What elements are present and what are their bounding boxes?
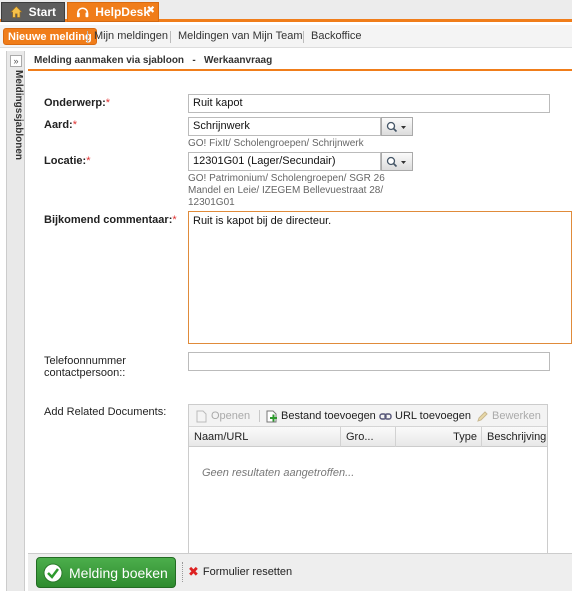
locatie-label-text: Locatie: <box>44 155 87 167</box>
column-header-name[interactable]: Naam/URL <box>189 427 341 447</box>
grid-toolbar: Openen Bestand toevoegen URL toevoegen B… <box>189 405 547 427</box>
add-file-button[interactable]: Bestand toevoegen <box>265 408 376 424</box>
locatie-helper-line: 12301G01 <box>188 197 235 208</box>
pencil-icon <box>477 410 488 422</box>
subnav-backoffice[interactable]: Backoffice <box>311 28 362 45</box>
tab-start-label: Start <box>28 5 56 19</box>
required-marker: * <box>105 97 111 109</box>
onderwerp-label: Onderwerp:* <box>44 97 110 109</box>
magnifier-icon <box>386 121 406 132</box>
required-marker: * <box>72 119 78 131</box>
magnifier-icon <box>386 156 406 167</box>
subnav-divider <box>303 31 304 43</box>
open-button-label: Openen <box>211 410 251 422</box>
aard-helper: GO! FixIt/ Scholengroepen/ Schrijnwerk <box>188 138 364 149</box>
checkmark-icon <box>43 563 63 582</box>
onderwerp-input[interactable]: Ruit kapot <box>188 94 550 113</box>
add-url-button-label: URL toevoegen <box>395 410 472 422</box>
commentaar-label-text: Bijkomend commentaar: <box>44 214 173 226</box>
grid-empty-message: Geen resultaten aangetroffen... <box>202 467 355 479</box>
subnav-nieuwe-melding[interactable]: Nieuwe melding <box>3 28 97 45</box>
subnav-mijn-meldingen[interactable]: Mijn meldingen <box>94 28 168 45</box>
aard-label: Aard:* <box>44 119 77 131</box>
add-url-button[interactable]: URL toevoegen <box>379 408 471 424</box>
locatie-input[interactable]: 12301G01 (Lager/Secundair) <box>188 152 381 171</box>
aard-label-text: Aard: <box>44 119 73 131</box>
telefoon-label-line: contactpersoon:: <box>44 367 126 379</box>
column-header-type[interactable]: Type <box>396 427 482 447</box>
subnav-divider <box>87 31 88 43</box>
documents-grid: Openen Bestand toevoegen URL toevoegen B… <box>188 404 548 554</box>
close-icon: ✖ <box>188 564 199 579</box>
toolbar-divider <box>259 410 260 422</box>
edit-button[interactable]: Bewerken <box>476 408 541 424</box>
app-tabbar: Start HelpDesk ✖ <box>0 0 572 22</box>
submit-melding-button[interactable]: Melding boeken <box>36 557 176 588</box>
close-icon[interactable]: ✖ <box>147 5 155 16</box>
required-marker: * <box>172 214 177 226</box>
add-file-button-label: Bestand toevoegen <box>281 410 376 422</box>
commentaar-label: Bijkomend commentaar:* <box>44 214 177 226</box>
panel-title: Melding aanmaken via sjabloon - Werkaanv… <box>28 51 572 71</box>
locatie-label: Locatie:* <box>44 155 90 167</box>
documents-label: Add Related Documents: <box>44 406 167 418</box>
reset-form-label: Formulier resetten <box>202 566 293 578</box>
aard-search-button[interactable] <box>381 117 413 136</box>
tab-start[interactable]: Start <box>1 2 65 22</box>
tab-helpdesk[interactable]: HelpDesk ✖ <box>67 2 159 22</box>
headset-icon <box>76 7 89 18</box>
telefoon-label: Telefoonnummer contactpersoon:: <box>44 355 126 379</box>
onderwerp-label-text: Onderwerp: <box>44 97 106 109</box>
grid-header: Naam/URL Gro... Type Beschrijving <box>189 427 547 447</box>
open-button[interactable]: Openen <box>195 408 250 424</box>
aard-input[interactable]: Schrijnwerk <box>188 117 381 136</box>
link-icon <box>379 412 392 420</box>
sidepanel-title: Meldingssjablonen <box>13 70 24 161</box>
reset-form-button[interactable]: ✖ Formulier resetten <box>188 564 292 580</box>
subnav-divider <box>170 31 171 43</box>
document-icon <box>196 410 207 422</box>
column-header-description[interactable]: Beschrijving <box>482 427 548 447</box>
form-panel: Melding aanmaken via sjabloon - Werkaanv… <box>28 51 572 591</box>
required-marker: * <box>86 155 91 167</box>
expand-panel-icon[interactable]: » <box>10 55 22 67</box>
subnav-meldingen-team[interactable]: Meldingen van Mijn Team <box>178 28 303 45</box>
form-action-bar: Melding boeken ✖ Formulier resetten <box>28 553 572 591</box>
locatie-helper-line: GO! Patrimonium/ Scholengroepen/ SGR 26 <box>188 173 385 184</box>
file-add-icon <box>266 410 277 422</box>
commentaar-textarea[interactable]: Ruit is kapot bij de directeur. <box>188 211 572 344</box>
telefoon-input[interactable] <box>188 352 550 371</box>
column-header-group[interactable]: Gro... <box>341 427 396 447</box>
submit-melding-label: Melding boeken <box>69 564 168 581</box>
subnav: Nieuwe melding Mijn meldingen Meldingen … <box>0 25 572 48</box>
home-icon <box>10 6 23 18</box>
locatie-helper-line: Mandel en Leie/ IZEGEM Bellevuestraat 28… <box>188 185 384 196</box>
tab-helpdesk-label: HelpDesk <box>95 5 150 19</box>
locatie-search-button[interactable] <box>381 152 413 171</box>
edit-button-label: Bewerken <box>492 410 541 422</box>
templates-sidepanel[interactable]: » Meldingssjablonen <box>6 51 25 591</box>
action-divider <box>182 562 183 582</box>
telefoon-label-line: Telefoonnummer <box>44 355 126 367</box>
